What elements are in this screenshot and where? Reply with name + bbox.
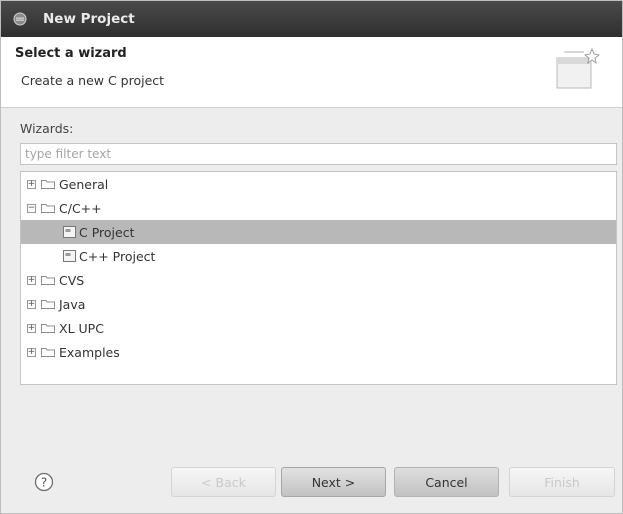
c-file-icon — [63, 226, 76, 238]
folder-icon — [41, 348, 55, 357]
expand-icon[interactable]: + — [27, 323, 36, 333]
tree-item-label: C++ Project — [79, 248, 156, 264]
collapse-icon[interactable]: − — [27, 203, 36, 213]
wizard-tree[interactable]: + General − C/C++ C Project C++ Project … — [20, 171, 617, 385]
cancel-button[interactable]: Cancel — [394, 467, 499, 497]
tree-item-label: XL UPC — [59, 320, 104, 336]
tree-item-label: CVS — [59, 272, 85, 288]
filter-input[interactable] — [20, 143, 617, 165]
folder-icon — [41, 276, 55, 285]
title-bar[interactable]: New Project — [1, 1, 622, 37]
window-title: New Project — [43, 11, 135, 27]
next-button[interactable]: Next > — [281, 467, 386, 497]
expand-icon[interactable]: + — [27, 275, 36, 285]
banner-description: Create a new C project — [21, 73, 165, 88]
cpp-file-icon — [63, 250, 76, 262]
button-bar: ? < Back Next > Cancel Finish — [1, 441, 622, 513]
eclipse-logo-icon — [13, 12, 27, 26]
tree-item-c-project[interactable]: C Project — [21, 220, 616, 244]
svg-text:?: ? — [41, 476, 47, 490]
tree-item-cvs[interactable]: + CVS — [21, 268, 616, 292]
banner-title: Select a wizard — [15, 46, 127, 61]
help-icon[interactable]: ? — [34, 472, 54, 492]
tree-item-label: C Project — [79, 224, 135, 240]
tree-item-label: Java — [59, 296, 86, 312]
finish-button[interactable]: Finish — [509, 467, 615, 497]
expand-icon[interactable]: + — [27, 299, 36, 309]
folder-icon — [41, 300, 55, 309]
folder-icon — [41, 180, 55, 189]
tree-item-examples[interactable]: + Examples — [21, 340, 616, 364]
expand-icon[interactable]: + — [27, 347, 36, 357]
tree-item-cpp-project[interactable]: C++ Project — [21, 244, 616, 268]
tree-item-java[interactable]: + Java — [21, 292, 616, 316]
tree-item-cpp[interactable]: − C/C++ — [21, 196, 616, 220]
wizards-label: Wizards: — [20, 121, 74, 136]
folder-icon — [41, 324, 55, 333]
new-wizard-icon — [556, 47, 600, 89]
wizard-banner: Select a wizard Create a new C project — [1, 37, 622, 108]
tree-item-label: General — [59, 176, 109, 192]
new-project-dialog: New Project Select a wizard Create a new… — [0, 0, 623, 514]
expand-icon[interactable]: + — [27, 179, 36, 189]
folder-icon — [41, 204, 55, 213]
tree-item-label: C/C++ — [59, 200, 102, 216]
tree-item-general[interactable]: + General — [21, 172, 616, 196]
tree-item-label: Examples — [59, 344, 120, 360]
tree-item-xl-upc[interactable]: + XL UPC — [21, 316, 616, 340]
back-button[interactable]: < Back — [171, 467, 276, 497]
